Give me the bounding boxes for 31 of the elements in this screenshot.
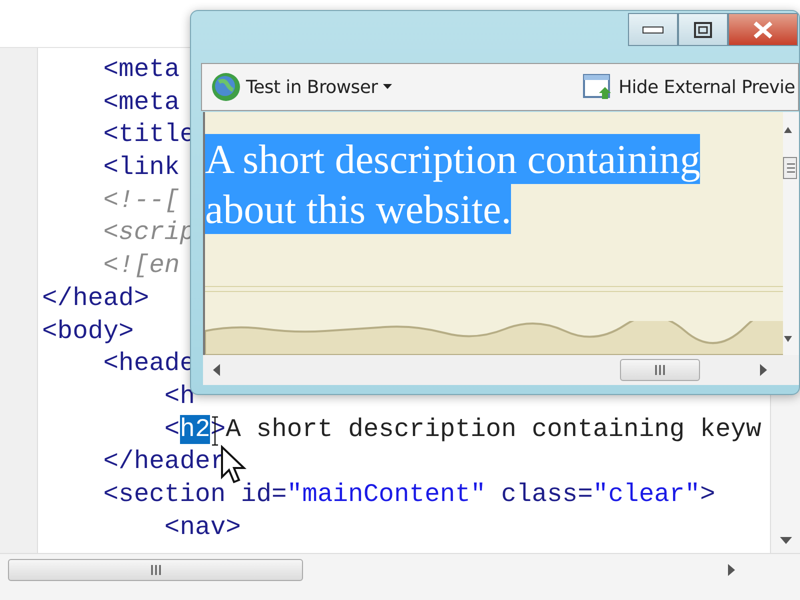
minimize-icon [642, 26, 664, 34]
scroll-left-icon[interactable] [213, 364, 220, 376]
scroll-right-icon[interactable] [760, 364, 767, 376]
close-icon [753, 20, 773, 38]
code-line: <!--[ [102, 184, 180, 217]
scroll-right-icon[interactable] [728, 564, 736, 576]
close-button[interactable] [728, 13, 798, 46]
code-line: <section id="mainContent" class="clear"> [102, 478, 716, 511]
code-line: <meta [102, 86, 180, 119]
code-line: <heade [102, 348, 196, 380]
hide-external-preview-button[interactable]: Hide External Previe [580, 71, 798, 103]
code-line: <body> [41, 316, 134, 348]
code-line: </head> [41, 282, 150, 315]
scrollbar-thumb[interactable] [620, 359, 700, 381]
code-line: <nav> [163, 512, 241, 544]
maximize-icon [694, 22, 712, 38]
code-line: <meta [102, 54, 180, 86]
code-line: <![en [102, 250, 180, 282]
caret-icon [382, 84, 392, 90]
scrollbar-thumb[interactable] [8, 558, 303, 580]
test-in-browser-button[interactable]: Test in Browser [208, 70, 395, 104]
code-line: </header [102, 446, 226, 478]
scrollbar-thumb-icon[interactable] [783, 157, 797, 179]
scroll-down-icon[interactable] [780, 537, 792, 545]
code-line: <link [102, 152, 180, 184]
scroll-up-icon[interactable] [784, 127, 792, 133]
code-line: <h [163, 380, 196, 413]
maximize-button[interactable] [678, 13, 728, 46]
globe-icon [211, 72, 241, 102]
scroll-down-icon[interactable] [784, 336, 792, 342]
minimize-button[interactable] [628, 13, 678, 46]
